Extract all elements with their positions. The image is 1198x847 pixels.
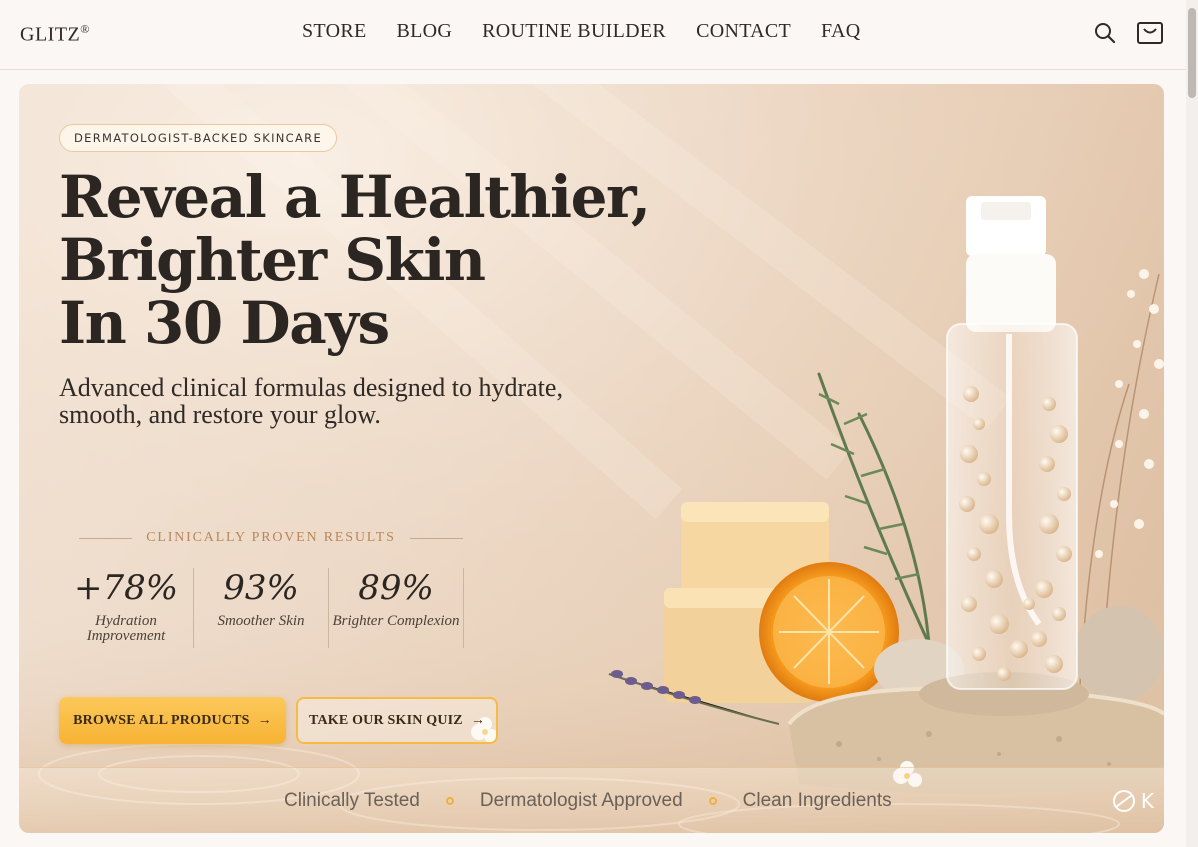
- results-stats: +78% Hydration Improvement 93% Smoother …: [59, 568, 464, 648]
- stat-value: +78%: [73, 568, 179, 608]
- trust-dermatologist-approved: Dermatologist Approved: [479, 790, 683, 811]
- nav-routine-builder[interactable]: ROUTINE BUILDER: [482, 20, 666, 43]
- skin-quiz-label: TAKE OUR SKIN QUIZ: [308, 712, 463, 728]
- headline-line-3: In 30 Days: [59, 289, 390, 357]
- trust-clinically-tested: Clinically Tested: [284, 790, 420, 811]
- stat-label: Smoother Skin: [217, 613, 305, 629]
- arrow-right-icon: →: [257, 712, 272, 728]
- brand-mark-letter: K: [1140, 789, 1154, 813]
- stat-label: Hydration Improvement: [86, 613, 166, 644]
- stat-brighter: 89% Brighter Complexion: [329, 568, 464, 648]
- divider-right: [409, 537, 463, 539]
- stat-hydration: +78% Hydration Improvement: [59, 568, 194, 648]
- nav-store[interactable]: STORE: [302, 20, 366, 43]
- skin-quiz-button[interactable]: TAKE OUR SKIN QUIZ →: [296, 697, 498, 744]
- hero-subhead: Advanced clinical formulas designed to h…: [59, 373, 563, 429]
- main-nav: STORE BLOG ROUTINE BUILDER CONTACT FAQ: [302, 20, 860, 43]
- trust-items: Clinically Tested Dermatologist Approved…: [284, 790, 892, 812]
- browse-products-button[interactable]: BROWSE ALL PRODUCTS →: [59, 697, 286, 744]
- site-header: GLITZ® STORE BLOG ROUTINE BUILDER CONTAC…: [0, 0, 1186, 70]
- stat-value: 89%: [358, 568, 434, 608]
- page-scrollbar[interactable]: [1186, 0, 1198, 847]
- divider-left: [79, 537, 133, 539]
- proven-results-label: CLINICALLY PROVEN RESULTS: [146, 530, 396, 545]
- stat-smoother: 93% Smoother Skin: [194, 568, 329, 648]
- bullet-dot-icon: [708, 797, 717, 805]
- headline-line-2: Brighter Skin: [59, 226, 486, 294]
- hero-headline: Reveal a Healthier, Brighter Skin In 30 …: [59, 163, 651, 357]
- corner-brand-mark: K: [1111, 788, 1154, 814]
- hero-badge: DERMATOLOGIST-BACKED SKINCARE: [59, 124, 338, 152]
- registered-mark: ®: [80, 22, 90, 36]
- header-actions: [1092, 20, 1163, 46]
- trust-clean-ingredients: Clean Ingredients: [742, 790, 892, 811]
- stat-label: Brighter Complexion: [332, 613, 460, 629]
- hero-section: DERMATOLOGIST-BACKED SKINCARE Reveal a H…: [19, 84, 1164, 833]
- nav-blog[interactable]: BLOG: [396, 20, 452, 43]
- logo-text: GLITZ: [20, 23, 81, 46]
- site-logo[interactable]: GLITZ®: [20, 22, 90, 47]
- browse-products-label: BROWSE ALL PRODUCTS: [73, 712, 250, 728]
- bullet-dot-icon: [445, 797, 454, 805]
- cart-icon[interactable]: [1136, 20, 1163, 46]
- brand-mark-icon: [1112, 790, 1135, 812]
- headline-line-1: Reveal a Healthier,: [59, 163, 651, 231]
- stat-value: 93%: [223, 568, 299, 608]
- nav-contact[interactable]: CONTACT: [696, 20, 791, 43]
- scrollbar-thumb[interactable]: [1188, 8, 1196, 98]
- nav-faq[interactable]: FAQ: [821, 20, 860, 43]
- arrow-right-icon: →: [470, 712, 486, 728]
- trust-bar: Clinically Tested Dermatologist Approved…: [19, 767, 1164, 833]
- proven-results-heading: CLINICALLY PROVEN RESULTS: [79, 530, 463, 546]
- search-icon[interactable]: [1092, 20, 1118, 46]
